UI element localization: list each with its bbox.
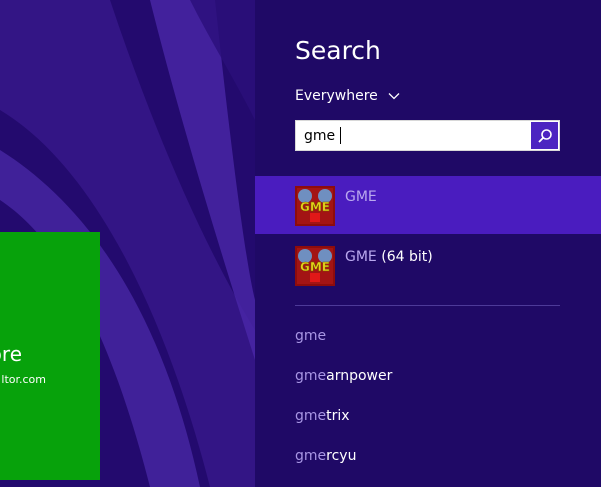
svg-text:GME: GME (300, 260, 330, 274)
search-button[interactable] (531, 122, 558, 149)
start-tile[interactable]: ore ltor.com (0, 232, 100, 480)
search-pane-title: Search (295, 36, 381, 65)
search-icon (537, 128, 552, 143)
gme-app-icon: GME (295, 246, 335, 286)
results-divider (295, 305, 560, 306)
chevron-down-icon (388, 93, 400, 100)
search-suggestion[interactable]: gmercyu (295, 448, 356, 464)
start-screen-background: ore ltor.com (0, 0, 255, 487)
app-result-label: GME (345, 189, 377, 205)
text-caret (340, 127, 341, 144)
search-suggestion[interactable]: gmetrix (295, 408, 350, 424)
search-input[interactable] (296, 121, 528, 150)
tile-subtitle: ltor.com (1, 373, 46, 386)
svg-text:GME: GME (300, 200, 330, 214)
search-suggestion[interactable]: gmearnpower (295, 368, 392, 384)
gme-app-icon: GME (295, 186, 335, 226)
search-pane: Search Everywhere GME GME (255, 0, 601, 487)
app-result-label: GME (64 bit) (345, 249, 433, 265)
search-scope-dropdown[interactable]: Everywhere (295, 88, 400, 104)
search-scope-label: Everywhere (295, 88, 378, 104)
search-box (295, 120, 560, 151)
app-result-gme[interactable]: GME GME (255, 176, 601, 234)
app-result-gme-64bit[interactable]: GME GME (64 bit) (255, 236, 601, 294)
search-suggestion[interactable]: gme (295, 328, 326, 344)
tile-title: ore (0, 342, 22, 366)
